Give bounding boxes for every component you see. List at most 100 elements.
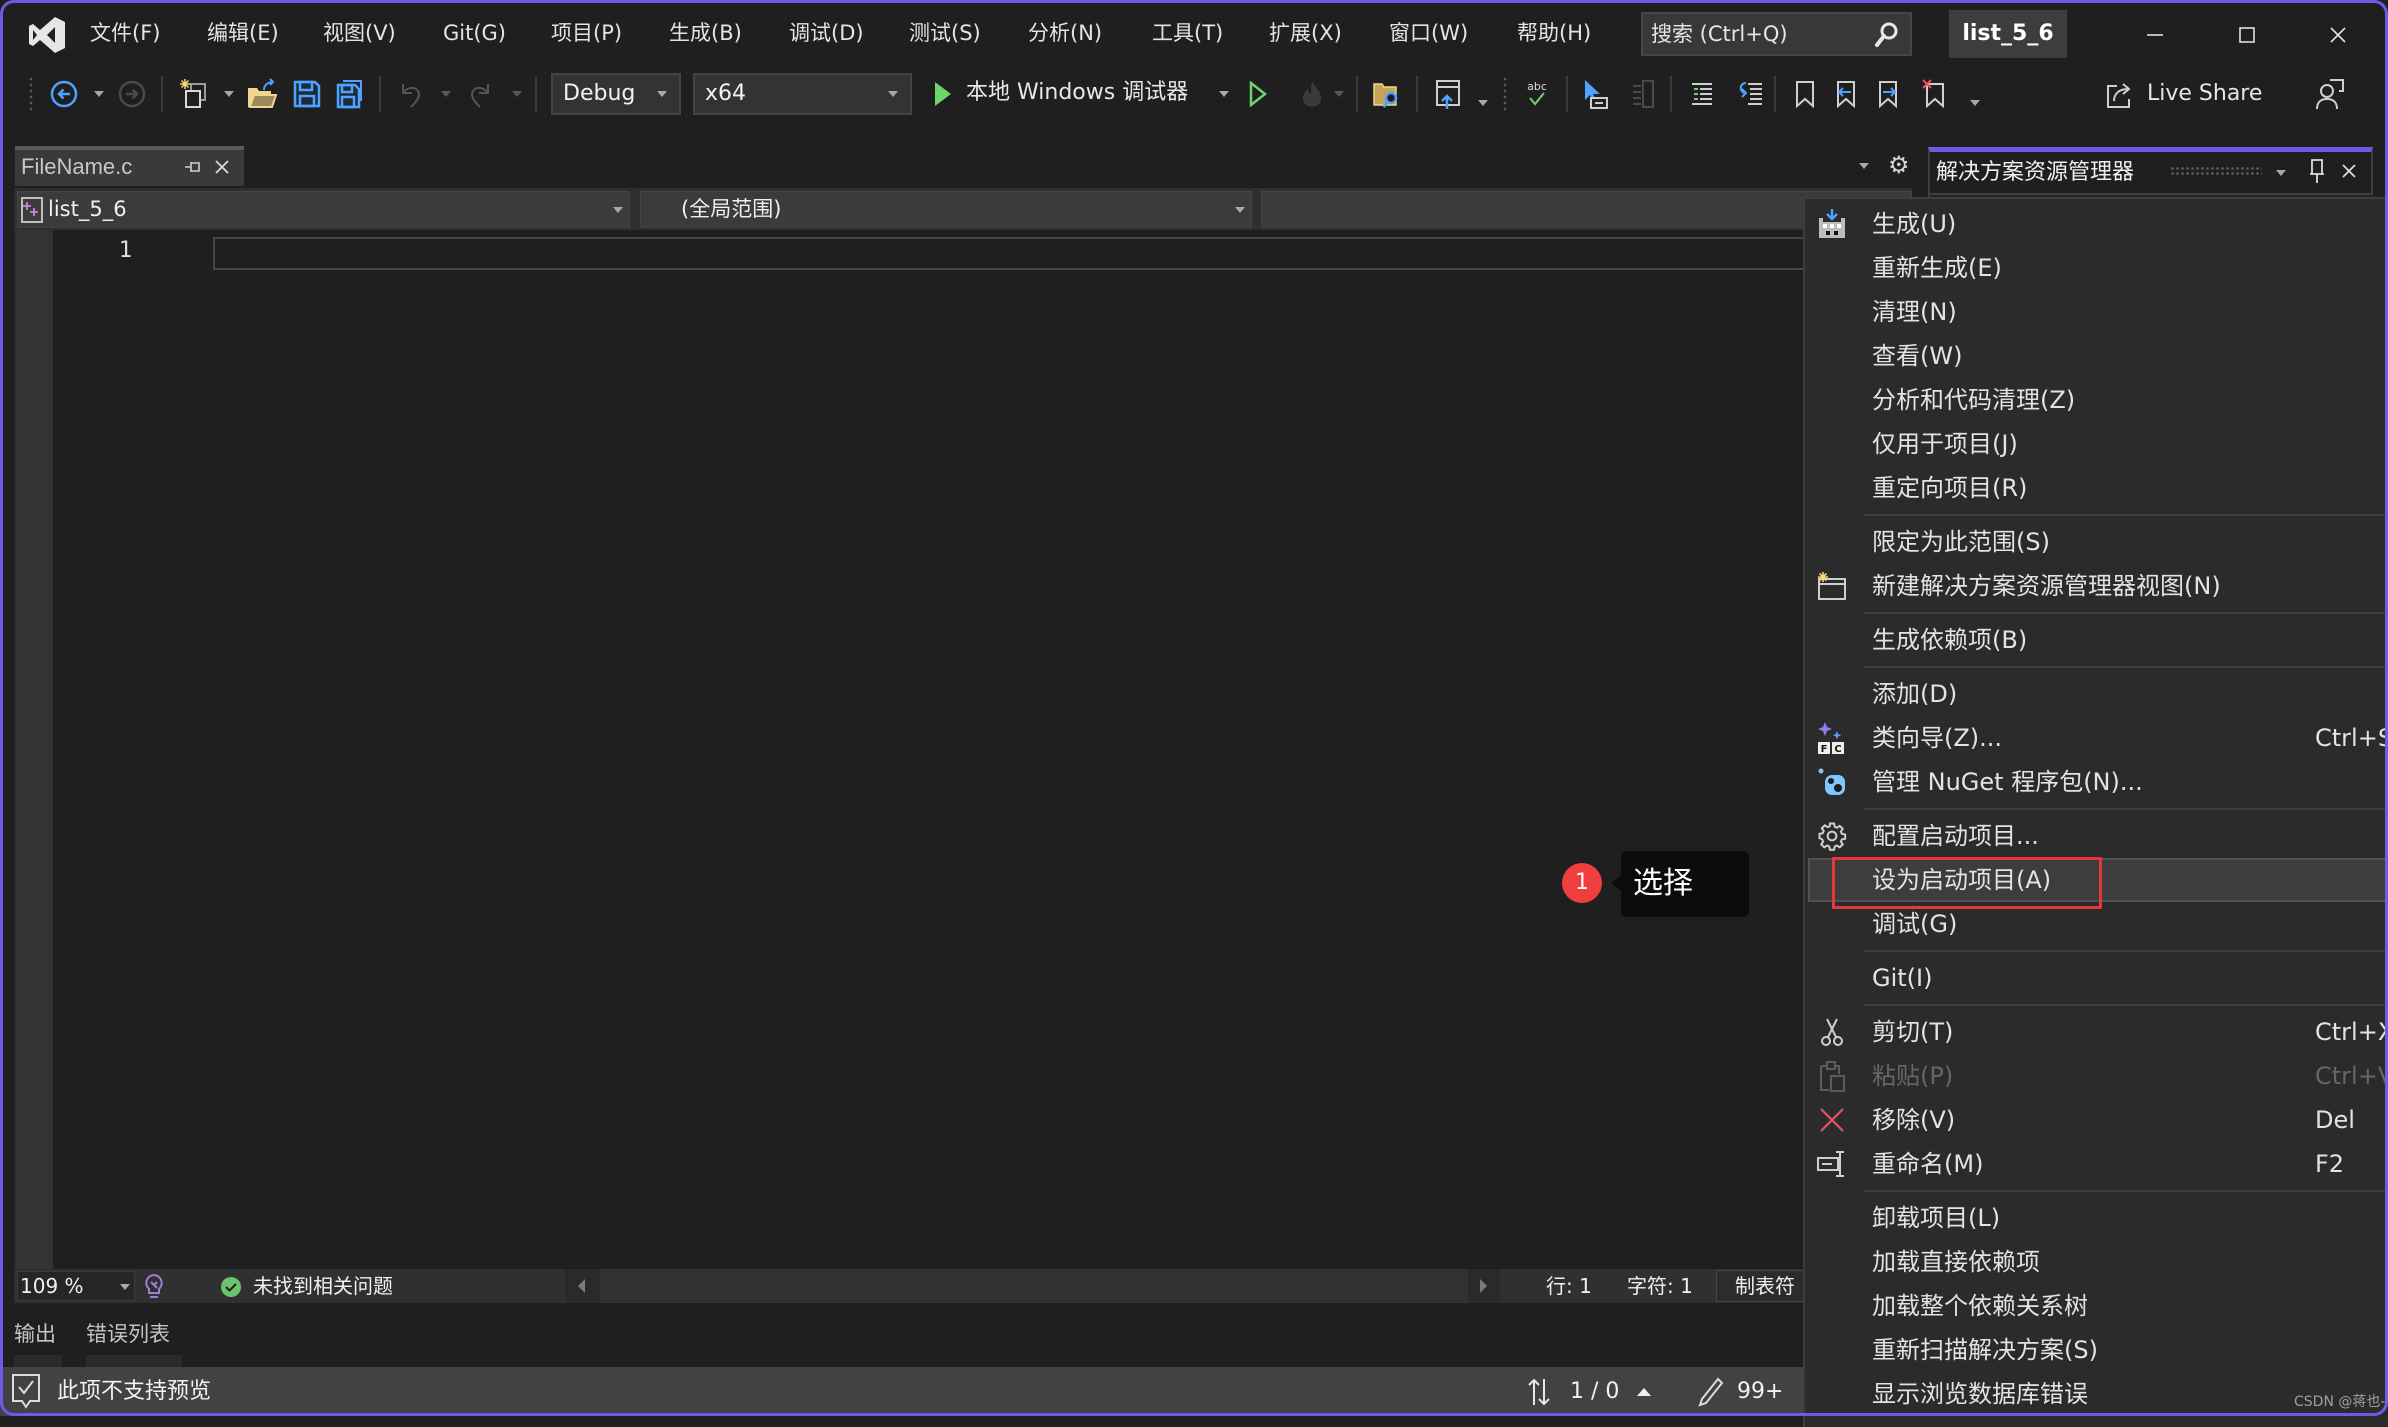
- menu-project[interactable]: 项目(P): [551, 19, 622, 47]
- tab-error-list[interactable]: 错误列表: [86, 1320, 170, 1348]
- debug-target-dropdown-arrow[interactable]: [1219, 91, 1229, 97]
- pin-panel-icon[interactable]: [2306, 156, 2328, 186]
- toolbar-overflow-arrow[interactable]: [1970, 100, 1980, 106]
- menu-item-load-direct-dependencies[interactable]: 加载直接依赖项: [1805, 1240, 2388, 1284]
- menu-item-view[interactable]: 查看(W): [1805, 334, 2388, 378]
- find-in-files-button[interactable]: [1371, 78, 1403, 110]
- new-project-dropdown-arrow[interactable]: [224, 91, 234, 97]
- save-button[interactable]: [291, 78, 323, 110]
- menu-git[interactable]: Git(G): [443, 19, 506, 47]
- live-share-icon[interactable]: [2104, 79, 2136, 111]
- watermark: CSDN @蒋也-: [2294, 1394, 2386, 1410]
- panel-drag-grip[interactable]: [2170, 166, 2262, 176]
- search-input[interactable]: [1643, 14, 1863, 54]
- back-dropdown-arrow[interactable]: [94, 91, 104, 97]
- menu-debug[interactable]: 调试(D): [789, 19, 864, 47]
- toolbar-grip[interactable]: [1502, 76, 1508, 112]
- menu-item-analyze-cleanup[interactable]: 分析和代码清理(Z): [1805, 378, 2388, 422]
- menu-item-scope-to-this[interactable]: 限定为此范围(S): [1805, 520, 2388, 564]
- menu-item-build-dependencies[interactable]: 生成依赖项(B): [1805, 618, 2388, 662]
- menu-item-new-solution-explorer-view[interactable]: 新建解决方案资源管理器视图(N): [1805, 564, 2388, 608]
- search-icon[interactable]: [1871, 20, 1901, 50]
- menu-item-configure-startup-projects[interactable]: 配置启动项目...: [1805, 814, 2388, 858]
- minimize-button[interactable]: [2140, 20, 2170, 50]
- issues-status[interactable]: 未找到相关问题: [253, 1273, 393, 1299]
- horizontal-scrollbar-track[interactable]: [600, 1269, 1468, 1303]
- menu-edit[interactable]: 编辑(E): [207, 19, 279, 47]
- sync-counts[interactable]: 1 / 0: [1570, 1378, 1619, 1406]
- pin-tab-icon[interactable]: [183, 156, 203, 178]
- editor-tab-filename-c[interactable]: FileName.c: [15, 146, 244, 186]
- new-project-button[interactable]: [179, 78, 211, 110]
- clear-bookmarks-button[interactable]: [1919, 78, 1951, 110]
- column-indicator[interactable]: 字符: 1: [1627, 1273, 1693, 1299]
- menu-separator: [1805, 662, 2388, 672]
- feedback-button[interactable]: [2314, 78, 2346, 110]
- menu-item-git[interactable]: Git(I): [1805, 956, 2388, 1000]
- toolbar-grip[interactable]: [28, 76, 34, 112]
- menu-item-manage-nuget[interactable]: 管理 NuGet 程序包(N)...: [1805, 760, 2388, 804]
- menu-item-project-only[interactable]: 仅用于项目(J): [1805, 422, 2388, 466]
- code-cleanup-icon[interactable]: [141, 1272, 167, 1302]
- toggle-bookmark-button[interactable]: [1789, 78, 1821, 110]
- pencil-icon[interactable]: [1697, 1376, 1725, 1408]
- save-all-button[interactable]: [334, 78, 366, 110]
- start-without-debugging-button[interactable]: [1245, 80, 1271, 108]
- menu-item-class-wizard[interactable]: FC 类向导(Z)... Ctrl+S: [1805, 716, 2388, 760]
- scope-dropdown[interactable]: (全局范围): [640, 191, 1252, 228]
- panel-options-dropdown-arrow[interactable]: [2276, 170, 2286, 176]
- menu-item-cut[interactable]: 剪切(T) Ctrl+X: [1805, 1010, 2388, 1054]
- previous-bookmark-button[interactable]: [1830, 78, 1862, 110]
- live-share-button[interactable]: Live Share: [2147, 79, 2262, 109]
- line-indicator[interactable]: 行: 1: [1546, 1273, 1592, 1299]
- maximize-button[interactable]: [2232, 20, 2262, 50]
- menu-item-add[interactable]: 添加(D): [1805, 672, 2388, 716]
- menu-view[interactable]: 视图(V): [323, 19, 396, 47]
- menu-item-load-dependency-tree[interactable]: 加载整个依赖关系树: [1805, 1284, 2388, 1328]
- editor-settings-gear-icon[interactable]: ⚙: [1888, 151, 1910, 179]
- start-debugging-button[interactable]: [930, 80, 956, 108]
- pending-edits-count[interactable]: 99+: [1737, 1378, 1783, 1406]
- menu-item-build[interactable]: 生成(U): [1805, 202, 2388, 246]
- horizontal-scroll-right-button[interactable]: [1468, 1269, 1500, 1303]
- close-tab-icon[interactable]: [211, 156, 233, 178]
- window-layout-button[interactable]: [1432, 78, 1464, 110]
- menu-build[interactable]: 生成(B): [669, 19, 742, 47]
- menu-item-remove[interactable]: 移除(V) Del: [1805, 1098, 2388, 1142]
- navigate-back-button[interactable]: [48, 78, 80, 110]
- menu-file[interactable]: 文件(F): [90, 19, 160, 47]
- menu-item-unload-project[interactable]: 卸载项目(L): [1805, 1196, 2388, 1240]
- horizontal-scroll-left-button[interactable]: [565, 1269, 600, 1303]
- menu-tools[interactable]: 工具(T): [1152, 19, 1223, 47]
- menu-test[interactable]: 测试(S): [909, 19, 981, 47]
- menu-item-retarget-projects[interactable]: 重定向项目(R): [1805, 466, 2388, 510]
- sync-arrows-icon[interactable]: [1526, 1376, 1552, 1408]
- open-file-button[interactable]: [246, 78, 278, 110]
- tab-list-dropdown-arrow[interactable]: [1859, 163, 1869, 169]
- publish-up-arrow-icon[interactable]: [1637, 1388, 1651, 1396]
- comment-lines-button[interactable]: [1686, 78, 1718, 110]
- tab-output[interactable]: 输出: [14, 1320, 56, 1348]
- solution-configuration-select[interactable]: Debug: [551, 73, 681, 115]
- zoom-level-dropdown[interactable]: 109 %: [17, 1271, 135, 1301]
- close-panel-icon[interactable]: [2338, 160, 2360, 182]
- select-element-button[interactable]: [1580, 78, 1612, 110]
- menu-item-rebuild[interactable]: 重新生成(E): [1805, 246, 2388, 290]
- menu-analyze[interactable]: 分析(N): [1028, 19, 1102, 47]
- menu-item-rename[interactable]: 重命名(M) F2: [1805, 1142, 2388, 1186]
- uncomment-lines-button[interactable]: [1734, 78, 1766, 110]
- current-line-highlight[interactable]: [213, 237, 1912, 270]
- menu-item-rescan-solution[interactable]: 重新扫描解决方案(S): [1805, 1328, 2388, 1372]
- solution-platform-select[interactable]: x64: [693, 73, 912, 115]
- menu-item-clean[interactable]: 清理(N): [1805, 290, 2388, 334]
- menu-help[interactable]: 帮助(H): [1517, 19, 1591, 47]
- next-bookmark-button[interactable]: [1872, 78, 1904, 110]
- start-debugging-label[interactable]: 本地 Windows 调试器: [966, 78, 1188, 108]
- spell-check-button[interactable]: abc: [1521, 78, 1553, 110]
- project-dropdown[interactable]: list_5_6: [17, 191, 630, 228]
- search-box[interactable]: [1641, 12, 1912, 56]
- menu-extensions[interactable]: 扩展(X): [1269, 19, 1342, 47]
- close-window-button[interactable]: [2323, 20, 2353, 50]
- toolbar-overflow-arrow[interactable]: [1478, 100, 1488, 106]
- menu-window[interactable]: 窗口(W): [1389, 19, 1468, 47]
